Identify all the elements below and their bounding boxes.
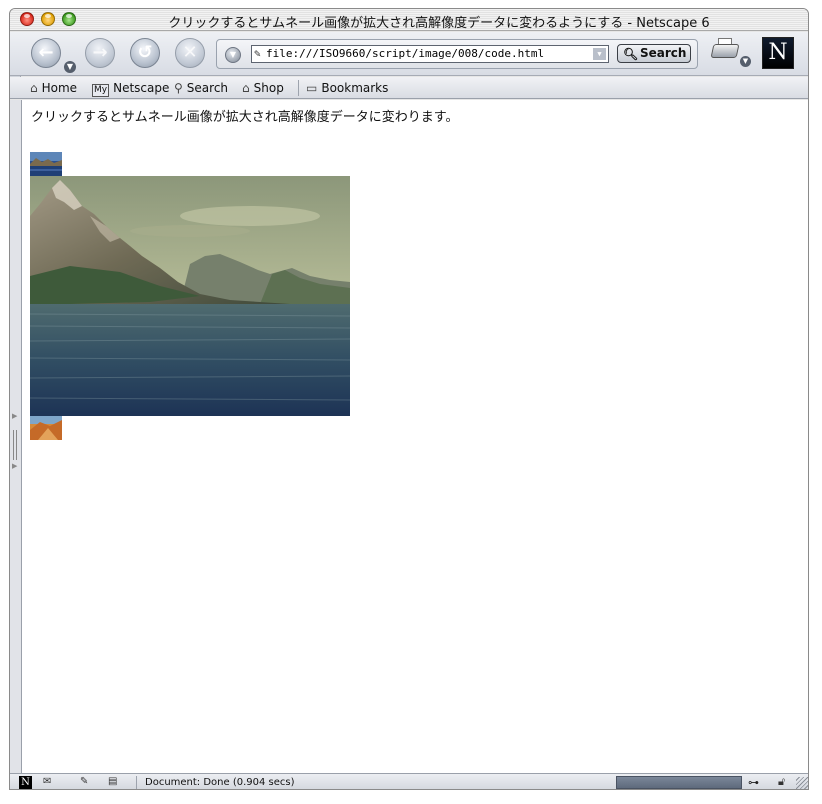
sidebar-expand-arrow-icon: ▶: [12, 412, 18, 420]
status-text: Document: Done (0.904 secs): [145, 777, 295, 788]
reload-icon: ↺: [137, 42, 153, 63]
browser-window: クリックするとサムネール画像が拡大され高解像度データに変わるようにする - Ne…: [9, 8, 809, 790]
navigation-toolbar: ← ▼ → ↺ ✕ ▼ ✎ file:///ISO9660/script/ima…: [10, 32, 808, 76]
home-icon: ⌂: [30, 81, 38, 95]
address-book-icon[interactable]: ▤: [108, 776, 117, 787]
status-bar: N ✉ ✎ ▤ Document: Done (0.904 secs) ⊶ 🔓︎: [10, 773, 808, 789]
back-history-dropdown[interactable]: ▼: [64, 61, 76, 73]
personal-item-my-netscape[interactable]: My Netscape: [92, 80, 169, 97]
minimize-window-button[interactable]: [41, 12, 55, 26]
url-dropdown-button[interactable]: ▼: [593, 48, 606, 60]
page-description: クリックするとサムネール画像が拡大され高解像度データに変わります。: [31, 110, 459, 125]
thumbnail-desert[interactable]: [30, 416, 62, 440]
online-plug-icon[interactable]: ⊶: [748, 776, 759, 789]
personal-item-search[interactable]: ⚲ Search: [174, 80, 228, 96]
url-text: file:///ISO9660/script/image/008/code.ht…: [266, 47, 545, 60]
page-content: クリックするとサムネール画像が拡大され高解像度データに変わります。: [21, 100, 808, 773]
my-netscape-icon: My: [92, 84, 110, 97]
security-lock-icon[interactable]: 🔓︎: [778, 775, 785, 789]
print-dropdown-icon[interactable]: ▼: [740, 56, 751, 67]
search-button[interactable]: 🔍︎ Search: [617, 44, 691, 63]
status-separator: [136, 776, 137, 789]
page-proxy-icon[interactable]: ✎: [254, 46, 261, 62]
resize-grip[interactable]: [796, 777, 808, 789]
enlarged-mountain-sea-image: [30, 176, 350, 416]
forward-arrow-icon: →: [92, 42, 108, 63]
close-window-button[interactable]: [20, 12, 34, 26]
search-icon: ⚲: [174, 81, 183, 95]
url-bar-container: ▼ ✎ file:///ISO9660/script/image/008/cod…: [216, 39, 698, 69]
shop-icon: ⌂: [242, 81, 250, 95]
zoom-window-button[interactable]: [62, 12, 76, 26]
progress-meter: [616, 776, 742, 789]
personal-item-shop[interactable]: ⌂ Shop: [242, 80, 284, 96]
composer-icon[interactable]: ✎: [80, 776, 88, 787]
sidebar-grippy[interactable]: [13, 430, 17, 460]
netscape-component-icon[interactable]: N: [19, 776, 32, 789]
back-arrow-icon: ←: [38, 42, 54, 63]
enlarged-mountain-sea[interactable]: [30, 176, 350, 416]
sidebar-expand-arrow-icon: ▶: [12, 462, 18, 470]
magnifier-icon: 🔍︎: [623, 47, 639, 61]
printer-icon: [710, 44, 740, 58]
thumbnail-desert-image: [30, 416, 62, 440]
stop-button[interactable]: ✕: [175, 38, 205, 68]
url-input[interactable]: ✎ file:///ISO9660/script/image/008/code.…: [251, 45, 609, 63]
thumbnail-mountain-lake[interactable]: [30, 152, 62, 176]
window-title: クリックするとサムネール画像が拡大され高解像度データに変わるようにする - Ne…: [168, 16, 710, 31]
back-button[interactable]: ←: [31, 38, 61, 68]
forward-button[interactable]: →: [85, 38, 115, 68]
netscape-logo[interactable]: N: [762, 37, 794, 69]
personal-toolbar: ⌂ Home My Netscape ⚲ Search ⌂ Shop ▭ Bookmark…: [10, 77, 808, 99]
toolbar-separator: [298, 80, 299, 96]
stop-x-icon: ✕: [182, 42, 198, 63]
search-button-label: Search: [640, 46, 687, 60]
personal-item-home[interactable]: ⌂ Home: [30, 80, 77, 96]
print-button[interactable]: ▼: [710, 38, 751, 67]
reload-button[interactable]: ↺: [130, 38, 160, 68]
thumbnail-mountain-lake-image: [30, 152, 62, 176]
personal-item-bookmarks[interactable]: ▭ Bookmarks: [306, 80, 388, 96]
url-history-dropdown[interactable]: ▼: [225, 47, 241, 63]
sidebar-splitter[interactable]: ▶ ▶: [10, 100, 21, 773]
title-bar[interactable]: クリックするとサムネール画像が拡大され高解像度データに変わるようにする - Ne…: [10, 9, 808, 31]
folder-icon: ▭: [306, 81, 318, 95]
mail-icon[interactable]: ✉: [43, 776, 51, 787]
